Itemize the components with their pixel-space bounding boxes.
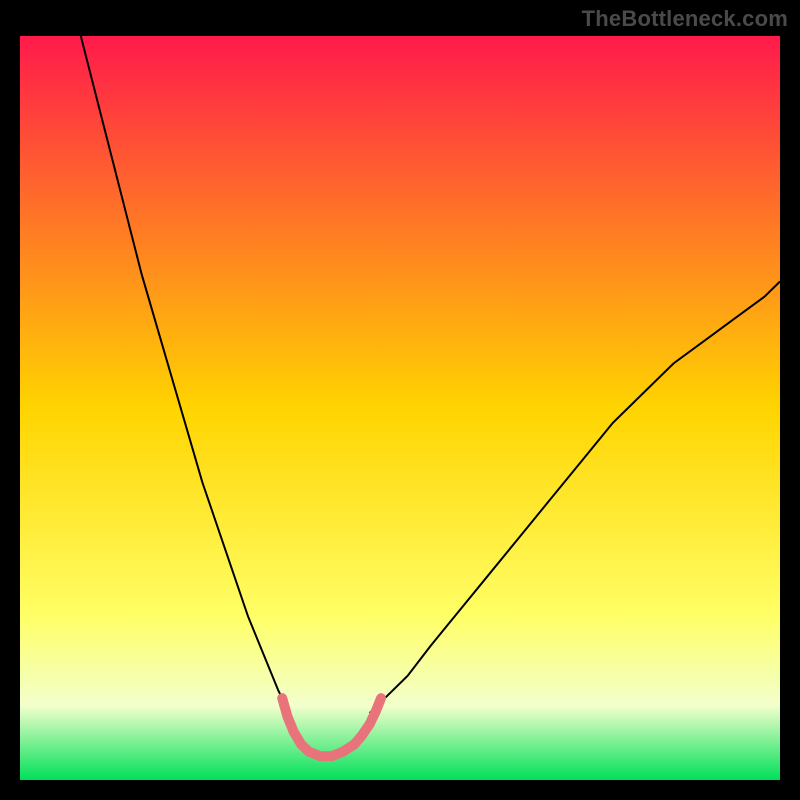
watermark-text: TheBottleneck.com — [582, 6, 788, 32]
chart-frame: TheBottleneck.com — [0, 0, 800, 800]
chart-svg — [20, 36, 780, 780]
gradient-background — [20, 36, 780, 780]
plot-area — [20, 36, 780, 780]
